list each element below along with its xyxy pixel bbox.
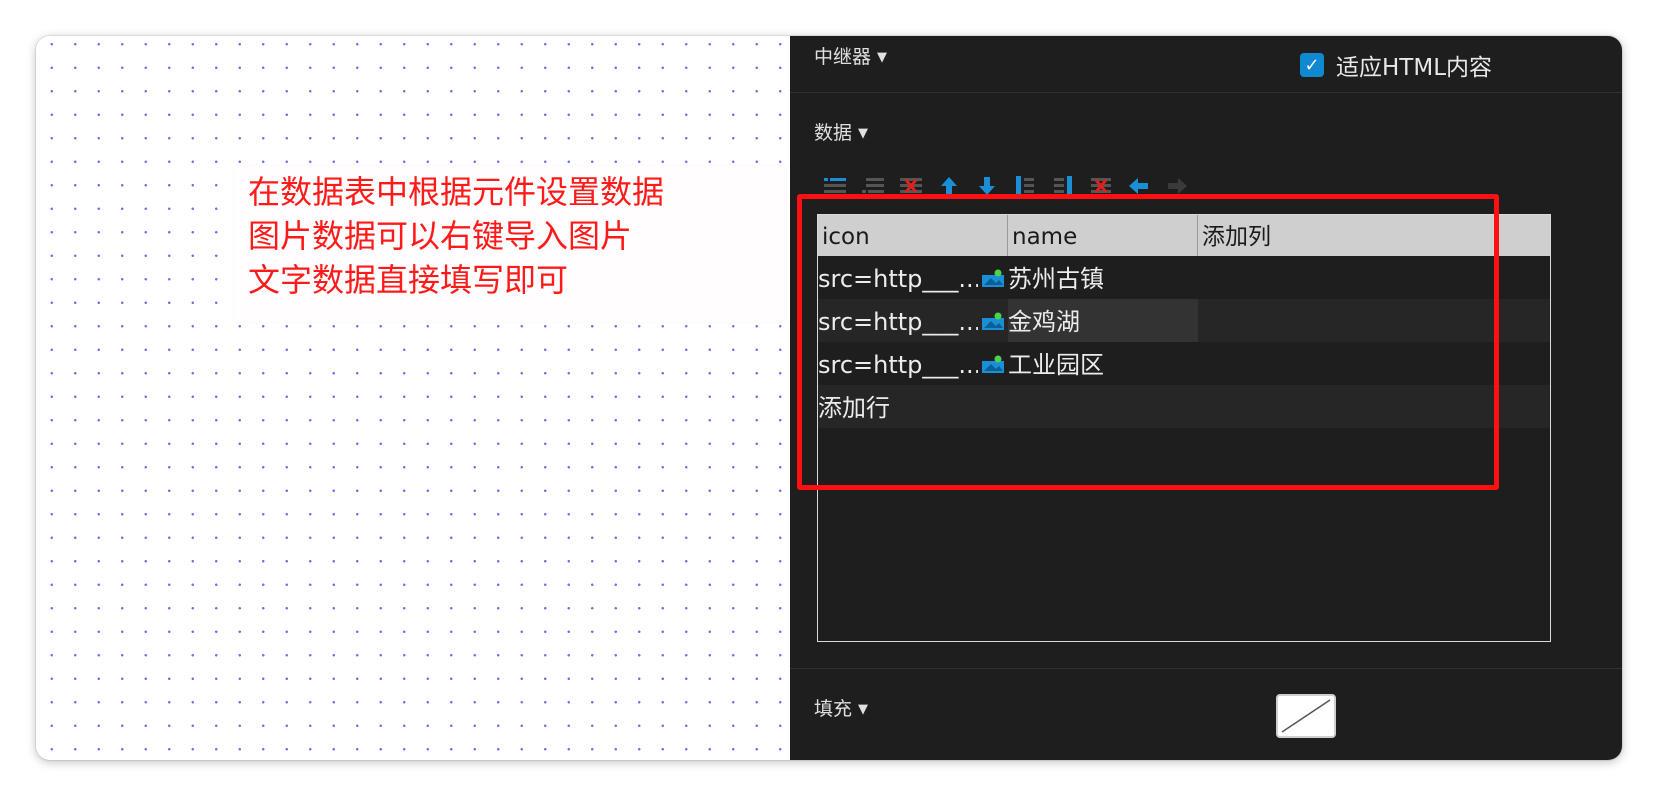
fill-section-header[interactable]: 填充 ▼ — [814, 694, 868, 721]
caret-down-icon: ▼ — [858, 702, 869, 717]
inspector-panel: 中继器 ▼ ✓ 适应HTML内容 数据 ▼ icon name 添加列 src=… — [790, 36, 1622, 760]
fit-html-checkbox[interactable]: ✓ 适应HTML内容 — [1300, 48, 1492, 82]
caret-down-icon: ▼ — [858, 126, 869, 141]
annotation-line-3: 文字数据直接填写即可 — [248, 261, 569, 299]
fit-html-label: 适应HTML内容 — [1336, 55, 1493, 81]
section-divider — [790, 668, 1622, 669]
repeater-label: 中继器 — [814, 46, 872, 68]
design-canvas[interactable]: 在数据表中根据元件设置数据 图片数据可以右键导入图片 文字数据直接填写即可 — [36, 36, 790, 760]
app-window: 在数据表中根据元件设置数据 图片数据可以右键导入图片 文字数据直接填写即可 中继… — [36, 36, 1622, 760]
checkbox-checked-icon[interactable]: ✓ — [1300, 53, 1324, 77]
annotation-note[interactable]: 在数据表中根据元件设置数据 图片数据可以右键导入图片 文字数据直接填写即可 — [234, 166, 786, 322]
no-fill-icon — [1281, 699, 1331, 733]
highlight-annotation-box — [797, 194, 1499, 490]
annotation-line-2: 图片数据可以右键导入图片 — [248, 217, 633, 255]
data-section-header[interactable]: 数据 ▼ — [814, 118, 868, 145]
data-label: 数据 — [814, 122, 853, 144]
repeater-section-header[interactable]: 中继器 ▼ — [814, 42, 887, 69]
section-divider — [790, 92, 1622, 93]
annotation-line-1: 在数据表中根据元件设置数据 — [248, 173, 665, 211]
caret-down-icon: ▼ — [877, 50, 888, 65]
fill-label: 填充 — [814, 698, 853, 720]
fill-color-swatch[interactable] — [1276, 694, 1336, 738]
